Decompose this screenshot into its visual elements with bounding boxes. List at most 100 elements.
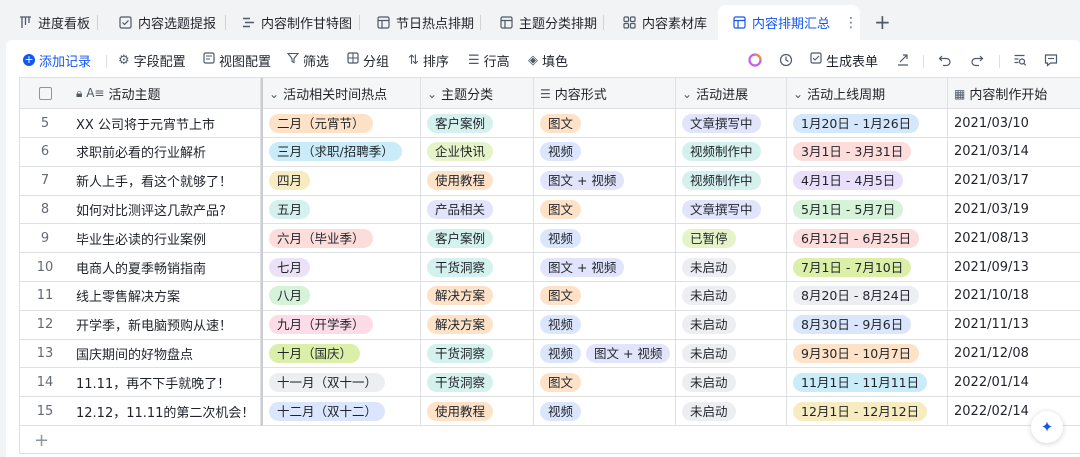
cell-progress[interactable]: 未启动: [676, 281, 787, 310]
automation-icon[interactable]: [779, 44, 793, 76]
cell-progress[interactable]: 视频制作中: [676, 166, 787, 195]
tab-holiday-schedule[interactable]: 节日热点排期: [358, 5, 481, 40]
cell-hotspot[interactable]: 十一月（双十一）: [263, 368, 421, 397]
tab-gantt[interactable]: 内容制作甘特图: [223, 5, 360, 40]
checkbox[interactable]: [38, 87, 52, 100]
tab-schedule-summary[interactable]: 内容排期汇总 ⋮: [718, 5, 860, 40]
cell-period[interactable]: 1月20日 - 1月26日: [787, 109, 948, 137]
table-row[interactable]: 14 11.11，再不下手就晚了！ 十一月（双十一） 干货洞察 图文 未启动 11月1日 -…: [20, 368, 1080, 398]
cell-start-date[interactable]: 2021/03/19: [948, 195, 1080, 223]
row-height-button[interactable]: ☰ 行高: [468, 44, 510, 76]
cell-period[interactable]: 12月1日 - 12月12日: [787, 397, 948, 425]
cell-hotspot[interactable]: 十月（国庆）: [263, 339, 421, 368]
table-row[interactable]: 6 求职前必看的行业解析 三月（求职/招聘季） 企业快讯 视频 视频制作中 3月1日 - 3…: [20, 137, 1080, 167]
cell-content-form[interactable]: 视频: [534, 397, 676, 425]
cell-hotspot[interactable]: 八月: [263, 281, 421, 310]
table-row[interactable]: 7 新人上手，看这个就够了！ 四月 使用教程 图文 + 视频 视频制作中 4月1日 - 4月…: [20, 166, 1080, 196]
cell-hotspot[interactable]: 六月（毕业季）: [263, 224, 421, 253]
cell-category[interactable]: 产品相关: [421, 195, 534, 224]
view-config-button[interactable]: 视图配置: [203, 44, 271, 76]
table-row[interactable]: 13 国庆期间的好物盘点 十月（国庆） 干货洞察 视频 图文 + 视频 未启动 9月30日 -…: [20, 339, 1080, 369]
cell-category[interactable]: 干货洞察: [421, 253, 534, 281]
cell-period[interactable]: 3月1日 - 3月31日: [787, 137, 948, 166]
cell-topic[interactable]: 国庆期间的好物盘点: [70, 339, 261, 368]
field-config-button[interactable]: ⚙ 字段配置: [118, 44, 186, 76]
column-header-period[interactable]: ⌄ 活动上线周期: [787, 78, 948, 109]
column-header-progress[interactable]: ⌄ 活动进展: [676, 78, 787, 109]
ai-assistant-icon[interactable]: [748, 44, 762, 76]
tab-progress-board[interactable]: 进度看板: [0, 5, 98, 40]
cell-hotspot[interactable]: 十二月（双十二）: [263, 397, 421, 425]
cell-category[interactable]: 干货洞察: [421, 339, 534, 368]
cell-topic[interactable]: 12.12，11.11的第二次机会！: [70, 397, 261, 425]
tab-more-icon[interactable]: ⋮: [844, 15, 858, 31]
cell-start-date[interactable]: 2021/12/08: [948, 339, 1080, 367]
column-header-hotspot[interactable]: ⌄ 活动相关时间热点: [263, 78, 421, 109]
cell-progress[interactable]: 视频制作中: [676, 137, 787, 166]
filter-button[interactable]: 筛选: [286, 44, 329, 76]
cell-hotspot[interactable]: 五月: [263, 195, 421, 224]
cell-category[interactable]: 使用教程: [421, 166, 534, 195]
cell-content-form[interactable]: 视频: [534, 224, 676, 253]
cell-period[interactable]: 4月1日 - 4月5日: [787, 166, 948, 195]
cell-hotspot[interactable]: 三月（求职/招聘季）: [263, 137, 421, 166]
cell-period[interactable]: 8月20日 - 8月24日: [787, 281, 948, 310]
cell-hotspot[interactable]: 四月: [263, 166, 421, 195]
ai-sparkle-button[interactable]: ✦: [1031, 411, 1063, 443]
cell-topic[interactable]: 开学季，新电脑预购从速！: [70, 310, 261, 339]
column-header-category[interactable]: ⌄ 主题分类: [421, 78, 534, 109]
cell-content-form[interactable]: 图文 + 视频: [534, 166, 676, 195]
table-row[interactable]: 5 XX 公司将于元宵节上市 二月（元宵节） 客户案例 图文 文章撰写中 1月20日 - 1…: [20, 109, 1080, 138]
sort-button[interactable]: ⇅ 排序: [408, 44, 449, 76]
cell-category[interactable]: 解决方案: [421, 281, 534, 310]
cell-content-form[interactable]: 视频 图文 + 视频: [534, 339, 676, 368]
cell-progress[interactable]: 未启动: [676, 339, 787, 368]
fill-color-button[interactable]: ◈ 填色: [528, 44, 568, 76]
cell-period[interactable]: 6月12日 - 6月25日: [787, 224, 948, 253]
cell-content-form[interactable]: 图文 + 视频: [534, 253, 676, 281]
cell-progress[interactable]: 未启动: [676, 368, 787, 397]
undo-icon[interactable]: [938, 44, 952, 76]
cell-topic[interactable]: 11.11，再不下手就晚了！: [70, 368, 261, 397]
column-header-start-date[interactable]: ▦ 内容制作开始: [948, 78, 1080, 109]
cell-topic[interactable]: 毕业生必读的行业案例: [70, 224, 261, 253]
table-row[interactable]: 12 开学季，新电脑预购从速！ 九月（开学季） 解决方案 视频 未启动 8月30日 - 9月…: [20, 310, 1080, 340]
cell-topic[interactable]: 电商人的夏季畅销指南: [70, 253, 261, 281]
cell-start-date[interactable]: 2022/01/14: [948, 368, 1080, 396]
cell-start-date[interactable]: 2021/03/17: [948, 167, 1080, 195]
share-icon[interactable]: [896, 44, 910, 76]
redo-icon[interactable]: [970, 44, 984, 76]
cell-category[interactable]: 客户案例: [421, 109, 534, 137]
tab-topic-submission[interactable]: 内容选题提报: [100, 5, 226, 40]
column-header-content-form[interactable]: ☰ 内容形式: [534, 78, 676, 109]
cell-hotspot[interactable]: 七月: [263, 253, 421, 281]
cell-progress[interactable]: 未启动: [676, 310, 787, 339]
group-button[interactable]: 分组: [347, 44, 389, 76]
cell-category[interactable]: 解决方案: [421, 310, 534, 339]
add-tab-button[interactable]: +: [874, 10, 891, 34]
cell-period[interactable]: 7月1日 - 7月10日: [787, 253, 948, 281]
comment-icon[interactable]: [1044, 44, 1058, 76]
cell-period[interactable]: 9月30日 - 10月7日: [787, 339, 948, 368]
cell-hotspot[interactable]: 九月（开学季）: [263, 310, 421, 339]
cell-content-form[interactable]: 视频: [534, 137, 676, 166]
cell-topic[interactable]: XX 公司将于元宵节上市: [70, 109, 261, 137]
add-row-button[interactable]: +: [20, 426, 1080, 453]
cell-progress[interactable]: 文章撰写中: [676, 195, 787, 224]
table-row[interactable]: 15 12.12，11.11的第二次机会！ 十二月（双十二） 使用教程 视频 未启动 12月…: [20, 397, 1080, 426]
cell-start-date[interactable]: 2021/10/18: [948, 282, 1080, 310]
cell-period[interactable]: 8月30日 - 9月6日: [787, 310, 948, 339]
search-records-icon[interactable]: [1013, 44, 1027, 76]
cell-progress[interactable]: 文章撰写中: [676, 109, 787, 137]
tab-topic-schedule[interactable]: 主题分类排期: [481, 5, 604, 40]
generate-form-button[interactable]: 生成表单: [810, 44, 878, 76]
cell-topic[interactable]: 如何对比测评这几款产品?: [70, 195, 261, 224]
cell-category[interactable]: 客户案例: [421, 224, 534, 253]
cell-period[interactable]: 5月1日 - 5月7日: [787, 195, 948, 224]
cell-category[interactable]: 使用教程: [421, 397, 534, 425]
cell-content-form[interactable]: 图文: [534, 195, 676, 224]
tab-material-library[interactable]: 内容素材库: [604, 5, 718, 40]
cell-content-form[interactable]: 图文: [534, 281, 676, 310]
cell-start-date[interactable]: 2021/03/10: [948, 109, 1080, 137]
cell-start-date[interactable]: 2021/09/13: [948, 253, 1080, 281]
